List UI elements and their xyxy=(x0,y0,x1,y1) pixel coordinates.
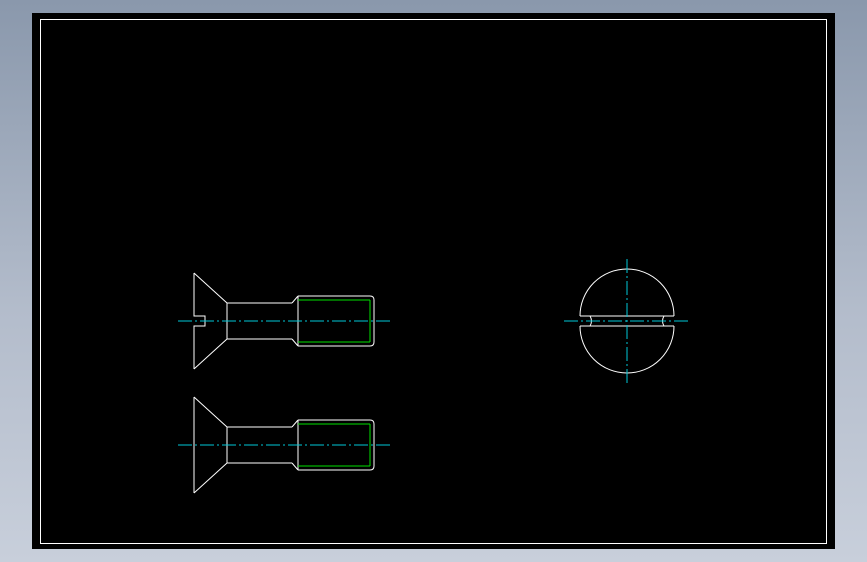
screw-head-end-view xyxy=(564,259,690,383)
drawing-border xyxy=(40,19,827,544)
screw-shank xyxy=(226,426,292,464)
cad-drawing-canvas xyxy=(40,19,827,544)
screw-shank xyxy=(226,302,292,340)
screw-front-view-slotted xyxy=(178,272,390,370)
screw-front-view xyxy=(178,396,390,494)
